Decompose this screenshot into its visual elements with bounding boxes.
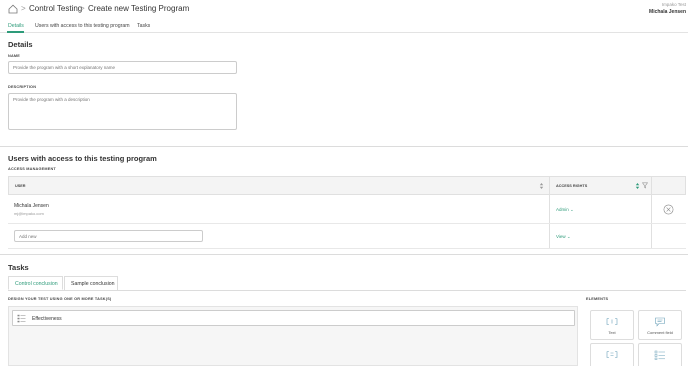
description-label: DESCRIPTION xyxy=(8,85,37,89)
page-title: Create new Testing Program xyxy=(88,4,190,13)
row-divider xyxy=(8,248,686,249)
add-user-rights-dropdown[interactable]: View ⌄ xyxy=(556,234,571,240)
tab-details[interactable]: Details xyxy=(8,23,24,29)
element-tile[interactable] xyxy=(638,343,682,366)
user-row-email: mj@impako.com xyxy=(14,211,44,216)
comment-icon xyxy=(655,317,665,327)
column-access-rights: ACCESS RIGHTS xyxy=(556,184,588,188)
description-input[interactable] xyxy=(8,93,237,130)
user-name[interactable]: Michala Jensen xyxy=(649,9,686,15)
row-divider xyxy=(8,223,686,224)
design-label: DESIGN YOUR TEST USING ONE OR MORE TASK(… xyxy=(8,297,112,301)
tasks-title: Tasks xyxy=(8,263,29,272)
task-item-label: Effectiveness xyxy=(32,316,62,322)
sort-icon[interactable] xyxy=(635,182,640,190)
remove-user-icon[interactable] xyxy=(663,204,674,215)
element-comment-field-label: Comment field xyxy=(647,330,673,335)
sort-icon[interactable] xyxy=(539,182,544,190)
tab-tasks[interactable]: Tasks xyxy=(137,23,150,29)
user-row-name: Michala Jensen xyxy=(14,203,49,209)
column-user: USER xyxy=(15,184,26,188)
details-title: Details xyxy=(8,40,33,49)
element-text-label: Text xyxy=(608,330,616,335)
task-tab-divider xyxy=(8,290,686,291)
checklist-icon xyxy=(654,350,665,360)
list-icon xyxy=(17,314,26,323)
text-field-icon xyxy=(606,318,618,325)
name-input[interactable] xyxy=(8,61,237,74)
access-management-label: ACCESS MANAGEMENT xyxy=(8,167,56,171)
filter-icon[interactable] xyxy=(642,182,648,189)
access-rights-dropdown[interactable]: Admin ⌄ xyxy=(556,207,574,213)
field-icon xyxy=(606,351,618,358)
elements-label: ELEMENTS xyxy=(586,297,609,301)
name-label: NAME xyxy=(8,54,20,58)
breadcrumb-separator: > xyxy=(21,4,26,13)
breadcrumb-control-testing[interactable]: Control Testing xyxy=(29,4,82,13)
home-icon[interactable] xyxy=(8,4,18,14)
active-tab-indicator xyxy=(7,31,24,33)
section-divider xyxy=(0,146,688,147)
tab-control-conclusion[interactable]: Control conclusion xyxy=(8,276,63,290)
tab-sample-conclusion[interactable]: Sample conclusion xyxy=(64,276,118,290)
organization-name: Impako Test xyxy=(661,2,686,7)
element-comment-field[interactable]: Comment field xyxy=(638,310,682,340)
access-title: Users with access to this testing progra… xyxy=(8,154,157,163)
section-divider xyxy=(0,254,688,255)
tab-users[interactable]: Users with access to this testing progra… xyxy=(35,23,130,29)
access-table-header: USER ACCESS RIGHTS xyxy=(8,176,686,195)
task-item[interactable]: Effectiveness xyxy=(12,310,575,326)
add-user-input[interactable] xyxy=(14,230,203,242)
column-divider xyxy=(549,176,550,248)
breadcrumb-separator: > xyxy=(80,4,85,13)
element-tile[interactable] xyxy=(590,343,634,366)
column-divider xyxy=(651,176,652,248)
element-text[interactable]: Text xyxy=(590,310,634,340)
